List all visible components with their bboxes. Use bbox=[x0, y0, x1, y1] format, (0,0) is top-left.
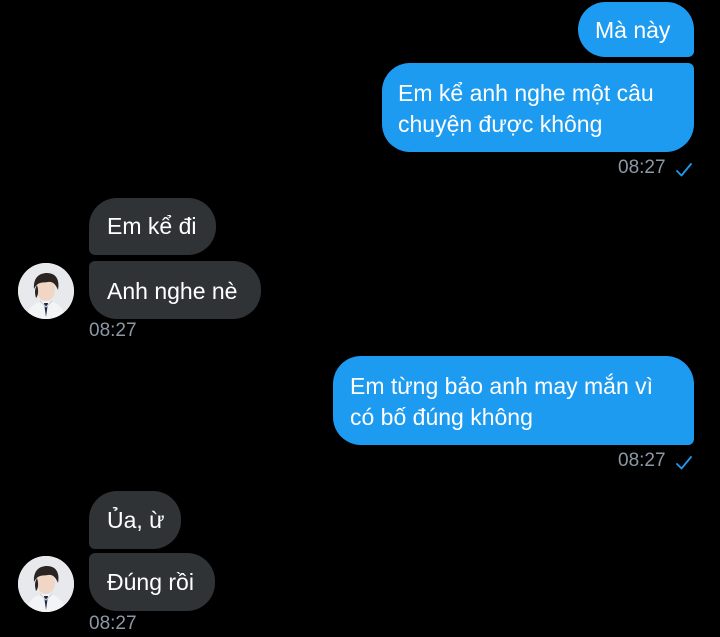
message-timestamp: 08:27 bbox=[89, 613, 137, 634]
check-icon bbox=[676, 456, 692, 470]
message-bubble-incoming[interactable]: Ủa, ừ bbox=[89, 491, 181, 549]
message-bubble-outgoing[interactable]: Em kể anh nghe một câu chuyện được không bbox=[382, 63, 694, 152]
message-bubble-outgoing[interactable]: Em từng bảo anh may mắn vì có bố đúng kh… bbox=[333, 356, 694, 445]
message-bubble-incoming[interactable]: Em kể đi bbox=[89, 198, 216, 255]
message-bubble-incoming[interactable]: Anh nghe nè bbox=[89, 261, 261, 319]
message-bubble-outgoing[interactable]: Mà này bbox=[578, 2, 694, 57]
check-icon bbox=[676, 163, 692, 177]
message-timestamp: 08:27 bbox=[89, 320, 137, 341]
avatar[interactable] bbox=[18, 263, 74, 319]
message-timestamp: 08:27 bbox=[618, 157, 666, 178]
message-bubble-incoming[interactable]: Đúng rồi bbox=[89, 553, 215, 611]
message-timestamp: 08:27 bbox=[618, 450, 666, 471]
avatar[interactable] bbox=[18, 556, 74, 612]
